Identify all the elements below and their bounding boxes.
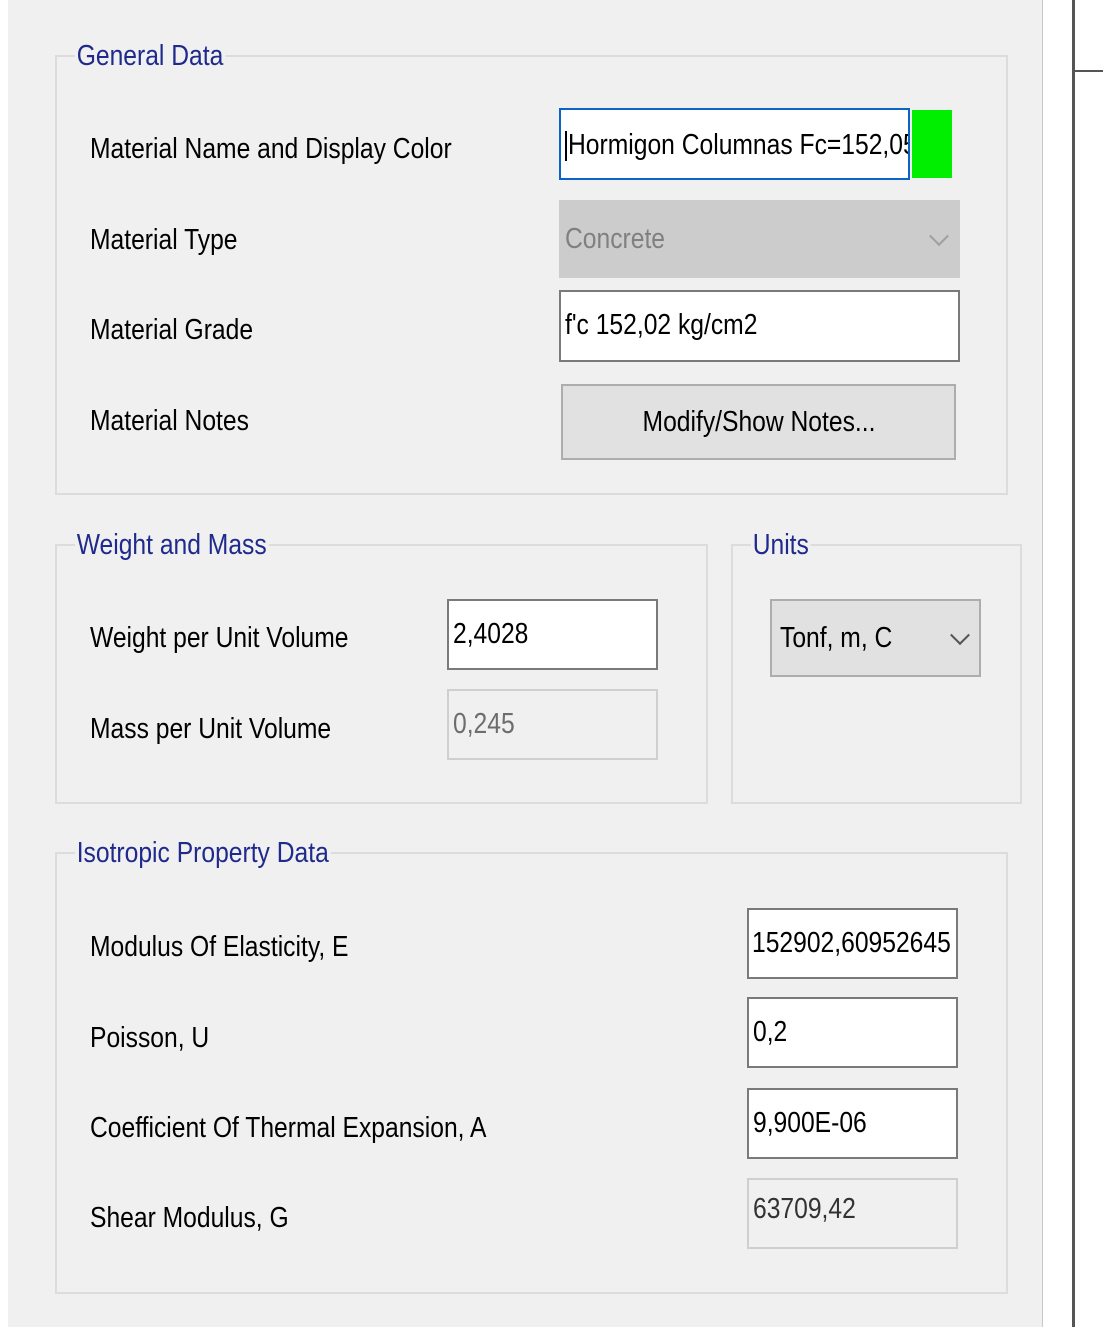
weight-per-volume-value: 2,4028 — [453, 618, 529, 650]
material-grade-label: Material Grade — [90, 314, 254, 346]
material-type-value: Concrete — [565, 223, 666, 255]
weight-per-volume-label: Weight per Unit Volume — [90, 622, 349, 654]
units-value: Tonf, m, C — [780, 622, 893, 654]
material-notes-label: Material Notes — [90, 405, 249, 437]
modulus-elasticity-value: 152902,60952645 — [752, 927, 951, 959]
window-edge — [1072, 0, 1075, 1327]
material-grade-value: f'c 152,02 kg/cm2 — [565, 309, 758, 341]
general-data-legend: General Data — [75, 39, 226, 73]
modify-show-notes-button[interactable]: Modify/Show Notes... — [561, 384, 956, 460]
modulus-elasticity-label: Modulus Of Elasticity, E — [90, 931, 349, 963]
poisson-value: 0,2 — [753, 1016, 788, 1048]
material-grade-input[interactable]: f'c 152,02 kg/cm2 — [559, 290, 960, 362]
poisson-label: Poisson, U — [90, 1022, 210, 1054]
weight-mass-group: Weight and Mass — [55, 528, 708, 804]
display-color-swatch[interactable] — [910, 108, 954, 180]
dialog-border — [1042, 0, 1043, 1327]
poisson-input[interactable]: 0,2 — [747, 997, 958, 1068]
window-edge-tick — [1075, 70, 1103, 72]
units-legend: Units — [751, 528, 811, 562]
mass-per-volume-value: 0,245 — [453, 708, 515, 740]
chevron-down-icon — [929, 226, 949, 247]
mass-per-volume-field: 0,245 — [447, 689, 658, 760]
weight-mass-legend: Weight and Mass — [75, 528, 269, 562]
modify-show-notes-label: Modify/Show Notes... — [642, 406, 875, 438]
mass-per-volume-label: Mass per Unit Volume — [90, 713, 332, 745]
units-select[interactable]: Tonf, m, C — [770, 599, 981, 677]
material-type-label: Material Type — [90, 224, 238, 256]
material-name-input[interactable]: Hormigon Columnas Fc=152,05 — [559, 108, 910, 180]
thermal-expansion-value: 9,900E-06 — [753, 1107, 867, 1139]
shear-modulus-value: 63709,42 — [753, 1193, 856, 1225]
weight-per-volume-input[interactable]: 2,4028 — [447, 599, 658, 670]
shear-modulus-label: Shear Modulus, G — [90, 1202, 289, 1234]
thermal-expansion-label: Coefficient Of Thermal Expansion, A — [90, 1112, 487, 1144]
material-name-value: Hormigon Columnas Fc=152,05 — [568, 129, 910, 161]
shear-modulus-field: 63709,42 — [747, 1178, 958, 1249]
material-name-label: Material Name and Display Color — [90, 133, 452, 165]
chevron-down-icon — [950, 625, 970, 646]
thermal-expansion-input[interactable]: 9,900E-06 — [747, 1088, 958, 1159]
material-type-select[interactable]: Concrete — [559, 200, 960, 278]
modulus-elasticity-input[interactable]: 152902,60952645 — [747, 908, 958, 979]
text-caret — [565, 131, 567, 162]
isotropic-property-legend: Isotropic Property Data — [75, 836, 331, 870]
